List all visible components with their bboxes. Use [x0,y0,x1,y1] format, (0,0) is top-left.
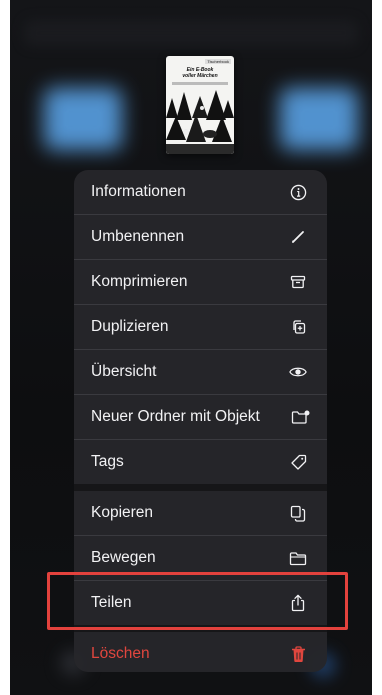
file-preview-thumbnail[interactable]: Tischerbook Ein E-Book voller Märchen [166,56,234,154]
menu-item-duplizieren[interactable]: Duplizieren [74,305,327,349]
blurred-folder-icon [44,88,122,150]
thumbnail-title: Ein E-Book voller Märchen [182,67,218,79]
menu-item-label: Neuer Ordner mit Objekt [91,408,260,425]
menu-item-label: Übersicht [91,363,157,380]
tag-icon [289,453,307,471]
menu-item-label: Tags [91,453,124,470]
blurred-navigation-bar [24,20,358,46]
menu-item-loeschen[interactable]: Löschen [74,632,327,672]
duplicate-icon [289,318,307,336]
thumbnail-badge: Tischerbook [205,59,231,64]
menu-item-kopieren[interactable]: Kopieren [74,491,327,535]
menu-item-label: Kopieren [91,504,154,521]
thumbnail-subtitle-bar [172,82,228,85]
menu-item-komprimieren[interactable]: Komprimieren [74,260,327,304]
highlight-box [47,572,348,630]
menu-item-informationen[interactable]: Informationen [74,170,327,214]
forest-illustration-icon [166,88,234,154]
blurred-folder-icon [280,88,358,150]
menu-item-uebersicht[interactable]: Übersicht [74,350,327,394]
menu-item-tags[interactable]: Tags [74,440,327,484]
menu-item-label: Duplizieren [91,318,169,335]
menu-item-label: Bewegen [91,549,156,566]
copy-document-icon [289,504,307,522]
archive-box-icon [289,273,307,291]
trash-icon [289,645,307,663]
folder-icon [289,549,307,567]
eye-icon [289,363,307,381]
pencil-icon [289,228,307,246]
menu-group-separator [74,484,327,491]
menu-item-label: Informationen [91,183,186,200]
menu-item-label: Umbenennen [91,228,185,245]
info-icon [289,183,307,201]
menu-item-neuer-ordner-mit-objekt[interactable]: Neuer Ordner mit Objekt [74,395,327,439]
menu-item-umbenennen[interactable]: Umbenennen [74,215,327,259]
folder-badge-icon [291,408,311,426]
menu-item-label: Komprimieren [91,273,188,290]
menu-item-label: Löschen [91,645,150,662]
